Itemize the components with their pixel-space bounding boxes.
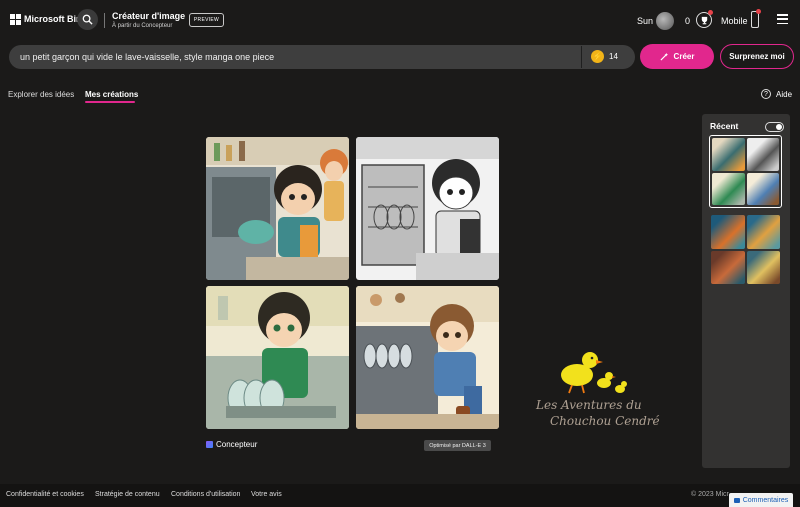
generated-image-3[interactable]: [206, 286, 349, 429]
generated-image-4[interactable]: [356, 286, 499, 429]
search-icon: [82, 14, 93, 25]
recent-thumbnail: [746, 250, 780, 284]
recent-panel: Récent: [702, 114, 790, 468]
model-badge: Optimisé par DALL-E 3: [424, 440, 491, 451]
search-button[interactable]: [77, 9, 98, 30]
recent-title: Récent: [710, 121, 739, 131]
menu-icon[interactable]: [777, 14, 788, 24]
recent-set-current[interactable]: [709, 135, 782, 208]
footer-feedback-link[interactable]: Votre avis: [251, 491, 282, 498]
trophy-icon: [701, 16, 707, 24]
preview-badge: PREVIEW: [189, 13, 224, 27]
designer-icon: [206, 441, 213, 448]
recent-thumbnail: [712, 138, 745, 171]
app-title: Créateur d'image: [112, 11, 186, 21]
active-tab-indicator: [85, 101, 135, 103]
create-label: Créer: [673, 52, 695, 61]
manga-boy-overalls-image: [356, 286, 499, 429]
notification-dot: [708, 10, 713, 15]
help-icon[interactable]: ?: [761, 89, 771, 99]
rewards-points[interactable]: 0: [685, 16, 690, 26]
recent-set-previous[interactable]: [709, 213, 782, 286]
recent-toggle[interactable]: [765, 122, 784, 132]
boost-icon: ⚡: [591, 50, 604, 63]
footer-privacy-link[interactable]: Confidentialité et cookies: [6, 491, 84, 498]
recent-thumbnail: [711, 215, 745, 249]
recent-thumbnail: [746, 215, 780, 249]
manga-boy-green-apron-image: [206, 286, 349, 429]
tab-explore[interactable]: Explorer des idées: [8, 90, 74, 99]
app-subtitle: À partir du Concepteur: [112, 23, 173, 29]
mobile-link[interactable]: Mobile: [721, 16, 748, 26]
recent-thumbnail: [712, 172, 745, 205]
comment-icon: [733, 497, 740, 503]
user-name[interactable]: Sun: [637, 16, 653, 26]
recent-thumbnail: [746, 172, 779, 205]
manga-boy-lineart-image: [356, 137, 499, 280]
watermark-line1: Les Aventures du: [536, 398, 642, 412]
watermark: Les Aventures du Chouchou Cendré: [532, 345, 672, 435]
generated-image-1[interactable]: [206, 137, 349, 280]
footer: Confidentialité et cookies Stratégie de …: [0, 484, 800, 507]
comments-button[interactable]: Commentaires: [729, 493, 793, 507]
tab-my-creations[interactable]: Mes créations: [85, 90, 138, 99]
recent-thumbnail: [711, 250, 745, 284]
boost-divider: [581, 46, 582, 68]
boost-count: 14: [609, 52, 618, 61]
footer-terms-link[interactable]: Conditions d'utilisation: [171, 491, 240, 498]
top-bar: Microsoft Bing Créateur d'image À partir…: [0, 0, 800, 40]
microsoft-logo-icon[interactable]: [10, 14, 21, 25]
create-button[interactable]: Créer: [640, 44, 714, 69]
ducks-logo-icon: [561, 352, 627, 394]
designer-link[interactable]: Concepteur: [206, 440, 257, 449]
help-link[interactable]: Aide: [776, 90, 792, 99]
comments-label: Commentaires: [742, 496, 789, 504]
designer-label: Concepteur: [216, 440, 258, 449]
prompt-text[interactable]: un petit garçon qui vide le lave-vaissel…: [20, 52, 274, 62]
surprise-button[interactable]: Surprenez moi: [720, 44, 794, 69]
prompt-input[interactable]: un petit garçon qui vide le lave-vaissel…: [9, 45, 635, 69]
avatar[interactable]: [656, 12, 674, 30]
copyright: © 2023 Micr: [691, 491, 729, 498]
header-divider: [104, 13, 105, 28]
recent-thumbnail: [746, 138, 779, 171]
generated-image-2[interactable]: [356, 137, 499, 280]
watermark-line2: Chouchou Cendré: [550, 414, 660, 428]
footer-content-policy-link[interactable]: Stratégie de contenu: [95, 491, 160, 498]
manga-boy-dishwasher-image: [206, 137, 349, 280]
notification-dot: [756, 9, 761, 14]
magic-wand-icon: [660, 52, 668, 61]
